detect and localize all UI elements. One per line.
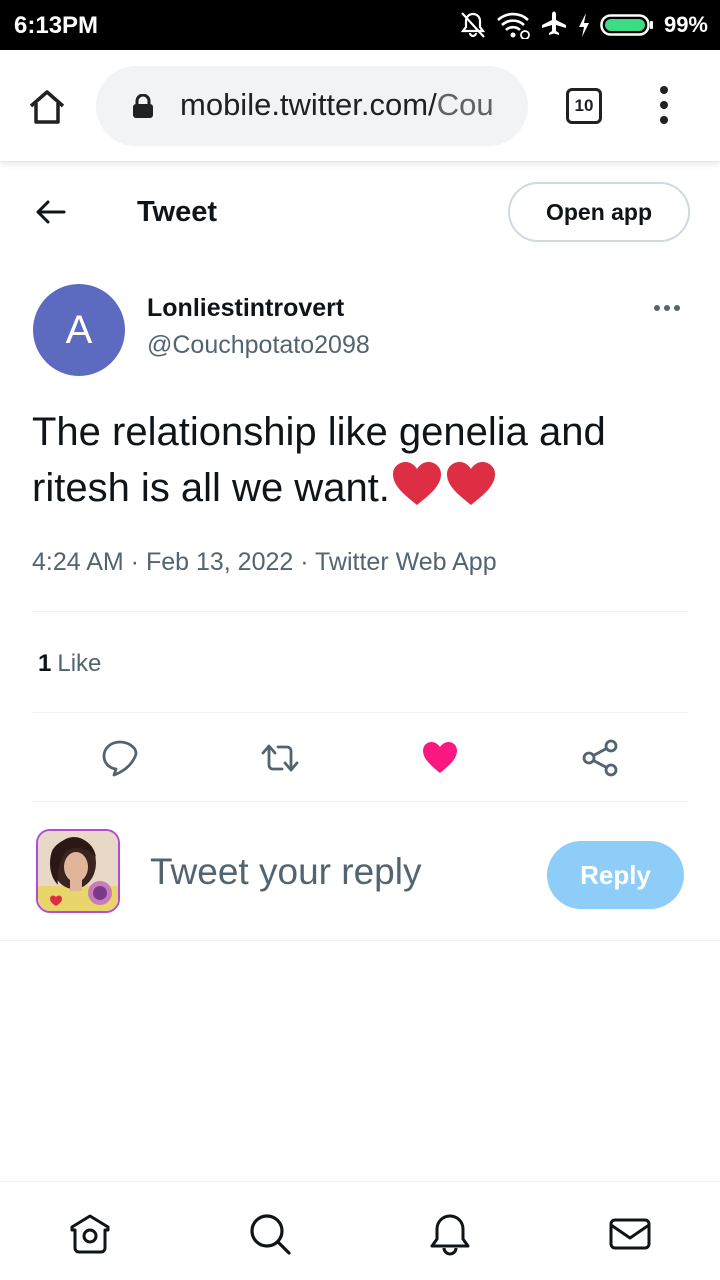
- status-time: 6:13PM: [14, 12, 99, 39]
- user-avatar-image: [38, 831, 118, 911]
- notifications-off-icon: [460, 12, 486, 38]
- like-icon[interactable]: [420, 738, 460, 778]
- battery-icon: [600, 14, 653, 36]
- red-heart-emoji: [392, 462, 441, 505]
- author-handle[interactable]: @Couchpotato2098: [147, 331, 370, 360]
- wifi-icon: [497, 12, 530, 39]
- status-bar: 6:13PM 99%: [0, 0, 720, 50]
- airplane-icon: [541, 11, 566, 35]
- tweet-text: The relationship like genelia and ritesh…: [32, 405, 692, 515]
- author-display-name[interactable]: Lonliestintrovert: [147, 294, 344, 323]
- url-host: mobile.twitter.com/: [180, 87, 437, 122]
- url-path: Cou: [436, 87, 494, 122]
- like-count-label: Like: [57, 650, 102, 677]
- retweet-icon[interactable]: [260, 738, 300, 778]
- likes-count[interactable]: 1 Like: [38, 650, 101, 678]
- open-app-button[interactable]: Open app: [508, 182, 690, 242]
- messages-icon[interactable]: [608, 1212, 652, 1256]
- status-icons: 99%: [460, 10, 708, 40]
- page-title: Tweet: [137, 196, 218, 228]
- battery-percent: 99%: [663, 12, 708, 37]
- search-icon[interactable]: [248, 1212, 292, 1256]
- divider: [32, 712, 688, 713]
- red-heart-emoji: [446, 462, 495, 505]
- divider: [32, 611, 688, 612]
- avatar[interactable]: A: [33, 284, 125, 376]
- tweet-meta: 4:24 AM · Feb 13, 2022 · Twitter Web App: [32, 548, 497, 576]
- reply-composer: Tweet your reply Reply: [0, 803, 720, 941]
- lock-icon: [133, 94, 153, 118]
- tweet-header: Tweet Open app: [0, 162, 720, 262]
- home-icon[interactable]: [26, 86, 68, 128]
- reply-input[interactable]: Tweet your reply: [150, 851, 421, 893]
- browser-menu-icon[interactable]: [654, 86, 674, 126]
- url-text[interactable]: mobile.twitter.com/Cou: [180, 87, 510, 123]
- like-count-number: 1: [38, 650, 52, 677]
- divider: [32, 801, 688, 802]
- tab-switcher-button[interactable]: 10: [566, 88, 602, 124]
- more-options-icon[interactable]: [654, 300, 686, 316]
- tweet-body: The relationship like genelia and ritesh…: [32, 410, 606, 510]
- share-icon[interactable]: [580, 738, 620, 778]
- reply-button[interactable]: Reply: [547, 841, 684, 909]
- address-bar[interactable]: mobile.twitter.com/Cou: [96, 66, 528, 146]
- user-avatar[interactable]: [36, 829, 120, 913]
- reply-icon[interactable]: [100, 738, 140, 778]
- charging-icon: [578, 13, 589, 37]
- browser-toolbar: mobile.twitter.com/Cou 10: [0, 50, 720, 162]
- home-icon[interactable]: [68, 1212, 112, 1256]
- back-arrow-icon[interactable]: [32, 194, 68, 230]
- bottom-navigation: [0, 1181, 720, 1280]
- notifications-icon[interactable]: [428, 1212, 472, 1256]
